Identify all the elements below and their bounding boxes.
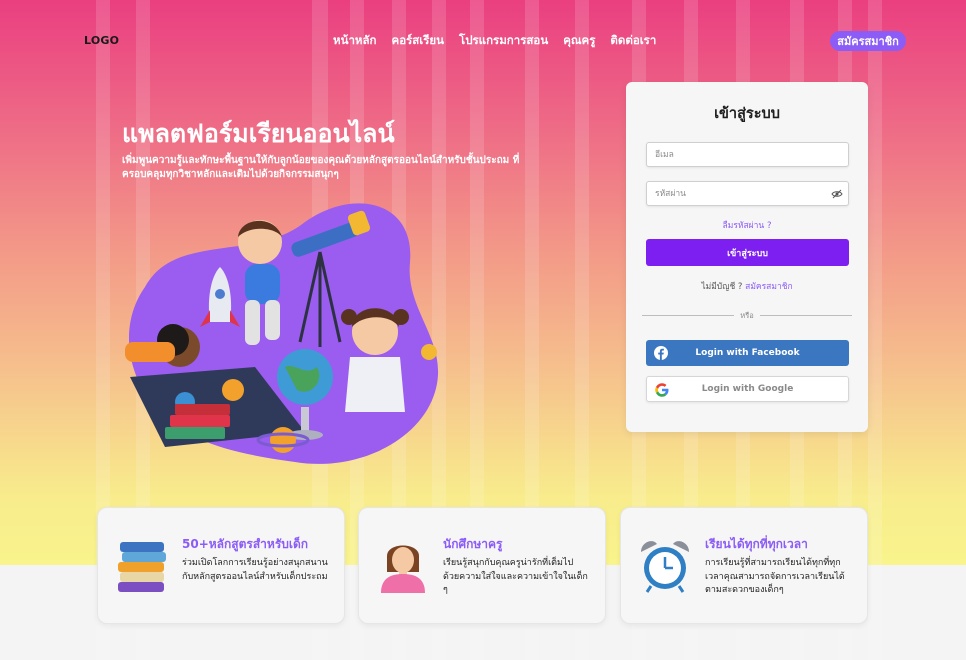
google-icon <box>655 383 669 397</box>
login-submit-button[interactable]: เข้าสู่ระบบ <box>646 239 849 266</box>
email-input[interactable] <box>646 142 849 167</box>
alarm-clock-icon <box>641 541 689 593</box>
nav-link-contact[interactable]: ติดต่อเรา <box>610 32 656 50</box>
kids-learning-illustration <box>125 203 439 464</box>
google-login-label: Login with Google <box>701 384 794 394</box>
no-account-text: ไม่มีบัญชี ? สมัครสมาชิก <box>626 279 868 293</box>
register-link[interactable]: สมัครสมาชิก <box>745 282 793 292</box>
divider-right <box>760 315 852 316</box>
forgot-password-link[interactable]: ลืมรหัสผ่าน ? <box>626 218 868 232</box>
facebook-login-label: Login with Facebook <box>695 348 800 358</box>
hide-password-icon[interactable] <box>831 189 843 199</box>
nav-link-courses[interactable]: คอร์สเรียน <box>392 32 445 50</box>
nav-link-programs[interactable]: โปรแกรมการสอน <box>459 32 548 50</box>
nav-links: หน้าหลัก คอร์สเรียน โปรแกรมการสอน คุณครู… <box>333 32 656 50</box>
teacher-icon <box>381 545 425 593</box>
login-title: เข้าสู่ระบบ <box>714 106 780 122</box>
signup-button[interactable]: สมัครสมาชิก <box>830 31 906 51</box>
feature-card-courses: 50+หลักสูตรสำหรับเด็ก ร่วมเปิดโลกการเรีย… <box>97 507 345 624</box>
feature-title-teachers: นักศึกษาครู <box>443 537 503 551</box>
feature-title-anytime: เรียนได้ทุกที่ทุกเวลา <box>705 537 808 551</box>
top-navbar: LOGO หน้าหลัก คอร์สเรียน โปรแกรมการสอน ค… <box>0 0 966 80</box>
facebook-login-button[interactable]: Login with Facebook <box>646 340 849 366</box>
feature-card-teachers: นักศึกษาครู เรียนรู้สนุกกับคุณครูน่ารักท… <box>358 507 606 624</box>
google-login-button[interactable]: Login with Google <box>646 376 849 402</box>
or-separator: หรือ <box>740 311 754 320</box>
facebook-icon <box>654 346 668 360</box>
books-icon <box>118 542 166 592</box>
logo[interactable]: LOGO <box>84 34 119 47</box>
feature-desc-teachers: เรียนรู้สนุกกับคุณครูน่ารักที่เต็มไปด้วย… <box>443 558 588 595</box>
nav-link-home[interactable]: หน้าหลัก <box>333 32 377 50</box>
hero-subtitle: เพิ่มพูนความรู้และทักษะพื้นฐานให้กับลูกน… <box>122 155 520 180</box>
feature-card-anytime: เรียนได้ทุกที่ทุกเวลา การเรียนรู้ที่สามา… <box>620 507 868 624</box>
feature-desc-courses: ร่วมเปิดโลกการเรียนรู้อย่างสนุกสนานกับหล… <box>182 558 328 582</box>
feature-title-courses: 50+หลักสูตรสำหรับเด็ก <box>182 537 309 551</box>
hero-title: แพลตฟอร์มเรียนออนไลน์ <box>122 119 395 148</box>
no-account-label: ไม่มีบัญชี ? <box>701 282 743 292</box>
feature-desc-anytime: การเรียนรู้ที่สามารถเรียนได้ทุกที่ทุกเวล… <box>705 558 845 595</box>
password-input[interactable] <box>646 181 849 206</box>
login-card: เข้าสู่ระบบ ลืมรหัสผ่าน ? เข้าสู่ระบบ ไม… <box>626 82 868 432</box>
nav-link-teachers[interactable]: คุณครู <box>563 32 595 50</box>
